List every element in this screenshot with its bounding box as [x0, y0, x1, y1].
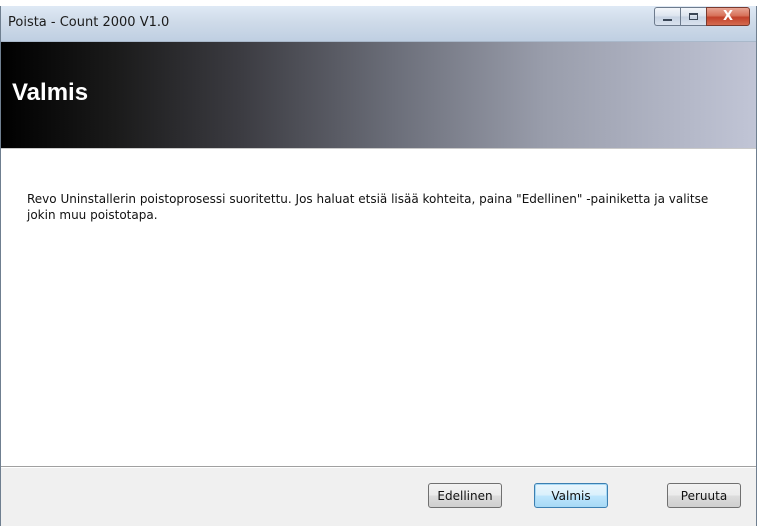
- desktop: Poista - Count 2000 V1.0 X Valmis Revo U…: [0, 0, 757, 526]
- window-controls: X: [654, 7, 750, 27]
- completion-message: Revo Uninstallerin poistoprosessi suorit…: [27, 192, 709, 222]
- maximize-icon: [689, 13, 698, 20]
- wizard-client-area: Valmis Revo Uninstallerin poistoprosessi…: [1, 42, 756, 526]
- footer-divider: [1, 466, 756, 468]
- minimize-button[interactable]: [654, 7, 680, 26]
- window-title: Poista - Count 2000 V1.0: [8, 15, 170, 30]
- page-title: Valmis: [12, 79, 89, 106]
- cancel-button[interactable]: Peruuta: [667, 483, 741, 508]
- uninstall-wizard-window: Poista - Count 2000 V1.0 X Valmis Revo U…: [0, 6, 757, 526]
- title-bar[interactable]: Poista - Count 2000 V1.0 X: [1, 6, 756, 42]
- finish-button[interactable]: Valmis: [534, 483, 608, 508]
- back-button[interactable]: Edellinen: [428, 483, 502, 508]
- maximize-button[interactable]: [680, 7, 706, 26]
- close-button[interactable]: X: [706, 7, 750, 26]
- wizard-header-banner: Valmis: [1, 42, 756, 148]
- close-icon: X: [722, 9, 734, 24]
- wizard-content-panel: Revo Uninstallerin poistoprosessi suorit…: [1, 148, 756, 466]
- minimize-icon: [663, 18, 672, 21]
